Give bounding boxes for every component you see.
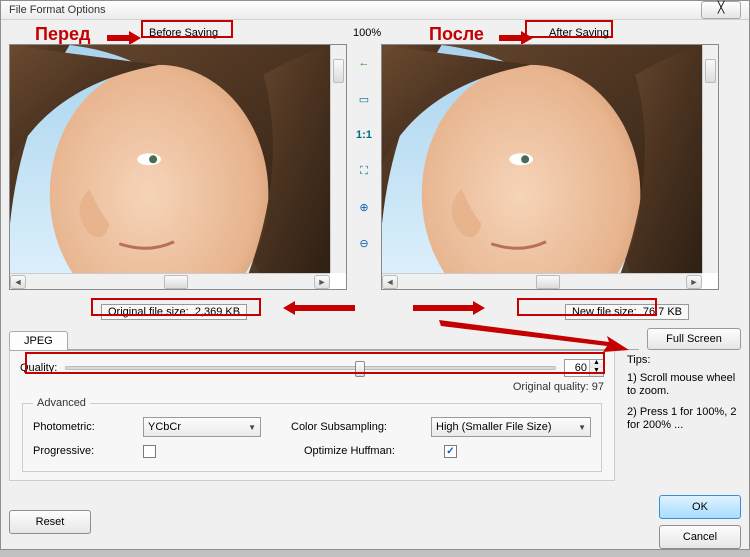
actual-size-icon[interactable]: 1:1 [353, 124, 375, 146]
titlebar[interactable]: File Format Options ╳ [1, 1, 749, 20]
preview-after-image [382, 45, 702, 274]
quality-spinner[interactable]: ▲▼ [564, 359, 604, 377]
quality-spin-down[interactable]: ▼ [590, 368, 603, 376]
huffman-checkbox[interactable] [444, 445, 457, 458]
reset-button[interactable]: Reset [9, 510, 91, 534]
tips-line2: 2) Press 1 for 100%, 2 for 200% ... [627, 406, 741, 432]
photometric-select[interactable]: YCbCr▼ [143, 417, 261, 437]
preview-after-vscroll[interactable] [702, 45, 718, 273]
tips-heading: Tips: [627, 354, 741, 366]
preview-after-hscroll[interactable]: ◄► [382, 273, 702, 289]
original-file-size: Original file size: 2,369 KB [101, 304, 247, 320]
nav-back-icon[interactable]: ← [353, 52, 375, 74]
fit-screen-icon[interactable]: ⛶ [353, 160, 375, 182]
progressive-label: Progressive: [33, 445, 143, 457]
zoom-in-icon[interactable]: ⊕ [353, 196, 375, 218]
subsampling-select[interactable]: High (Smaller File Size)▼ [431, 417, 591, 437]
zoom-percent: 100% [353, 27, 381, 39]
preview-after[interactable]: ◄► [381, 44, 719, 290]
cancel-button[interactable]: Cancel [659, 525, 741, 549]
photometric-label: Photometric: [33, 421, 143, 433]
quality-label: Quality: [20, 362, 57, 374]
zoom-out-icon[interactable]: ⊖ [353, 232, 375, 254]
preview-before-hscroll[interactable]: ◄► [10, 273, 330, 289]
chevron-down-icon: ▼ [248, 423, 256, 432]
tab-jpeg[interactable]: JPEG [9, 331, 68, 350]
jpeg-panel: Quality: ▲▼ Original quality: 97 Advance… [9, 350, 615, 481]
original-quality: Original quality: 97 [20, 381, 604, 393]
advanced-group: Advanced Photometric: YCbCr▼ Color Subsa… [22, 397, 602, 472]
file-format-options-dialog: File Format Options ╳ Перед После Before… [0, 0, 750, 550]
fit-window-icon[interactable]: ▭ [353, 88, 375, 110]
subsampling-label: Color Subsampling: [291, 421, 431, 433]
before-saving-label: Before Saving [149, 27, 218, 39]
window-title: File Format Options [9, 4, 701, 16]
preview-before[interactable]: ◄► [9, 44, 347, 290]
new-file-size: New file size: 76.7 KB [565, 304, 689, 320]
preview-before-vscroll[interactable] [330, 45, 346, 273]
after-saving-label: After Saving [549, 27, 609, 39]
quality-slider-thumb[interactable] [355, 361, 365, 377]
advanced-legend: Advanced [33, 397, 90, 409]
ok-button[interactable]: OK [659, 495, 741, 519]
quality-slider[interactable] [65, 366, 556, 370]
huffman-label: Optimize Huffman: [304, 445, 444, 457]
tips-line1: 1) Scroll mouse wheel to zoom. [627, 372, 741, 398]
quality-input[interactable] [565, 362, 589, 374]
preview-before-image [10, 45, 330, 274]
full-screen-button[interactable]: Full Screen [647, 328, 741, 350]
progressive-checkbox[interactable] [143, 445, 156, 458]
close-button[interactable]: ╳ [701, 1, 741, 19]
chevron-down-icon: ▼ [578, 423, 586, 432]
tips-panel: Tips: 1) Scroll mouse wheel to zoom. 2) … [623, 350, 741, 481]
center-toolstrip: ← ▭ 1:1 ⛶ ⊕ ⊖ [347, 44, 381, 254]
